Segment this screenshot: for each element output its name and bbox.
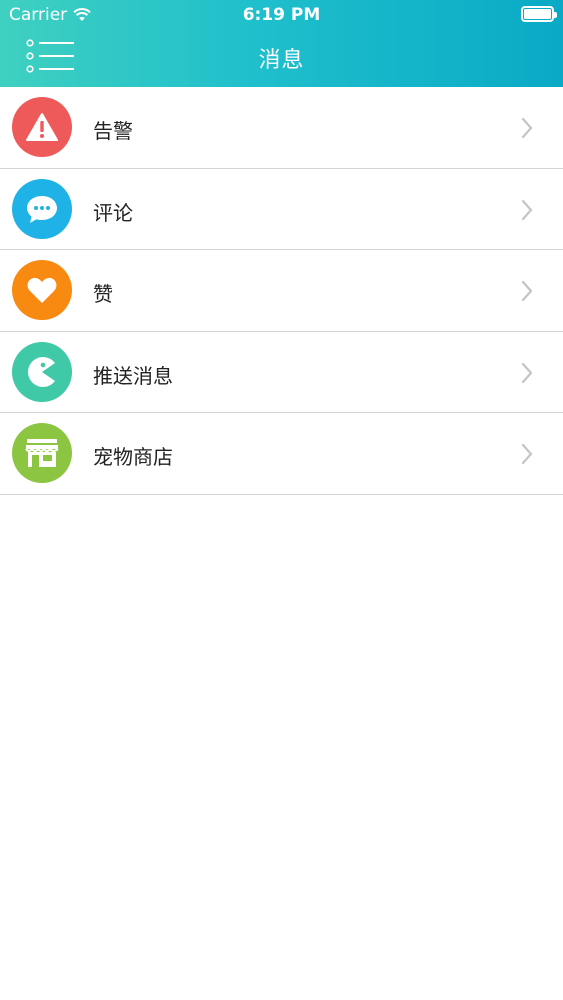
list-item-label: 推送消息 (93, 363, 173, 388)
list-item-comment[interactable]: 评论 (0, 168, 563, 250)
list-item-label: 宠物商店 (93, 445, 173, 469)
nav-header: Carrier 6:19 PM 消息 (0, 0, 563, 87)
push-message-icon (12, 341, 72, 402)
list-item-push-message[interactable]: 推送消息 (0, 331, 563, 413)
chevron-right-icon (521, 443, 533, 465)
comment-icon (12, 178, 72, 239)
chevron-right-icon (521, 199, 533, 220)
list-item-pet-store[interactable]: 宠物商店 (0, 413, 563, 495)
message-category-list: 告警 评论 赞 推送消息 宠物商店 (0, 87, 563, 495)
chevron-right-icon (521, 362, 533, 383)
warning-icon (12, 97, 72, 157)
list-item-label: 评论 (93, 200, 133, 225)
list-item-label: 告警 (93, 119, 133, 143)
chevron-right-icon (521, 117, 533, 139)
pet-store-icon (12, 423, 72, 483)
list-item-alarm[interactable]: 告警 (0, 87, 563, 169)
list-item-label: 赞 (93, 282, 113, 306)
page-title: 消息 (258, 48, 305, 73)
status-time: 6:19 PM (242, 5, 321, 25)
list-item-like[interactable]: 赞 (0, 250, 563, 332)
heart-icon (12, 260, 72, 320)
battery-icon (521, 6, 557, 22)
status-bar: Carrier 6:19 PM (0, 0, 563, 30)
chevron-right-icon (521, 280, 533, 302)
